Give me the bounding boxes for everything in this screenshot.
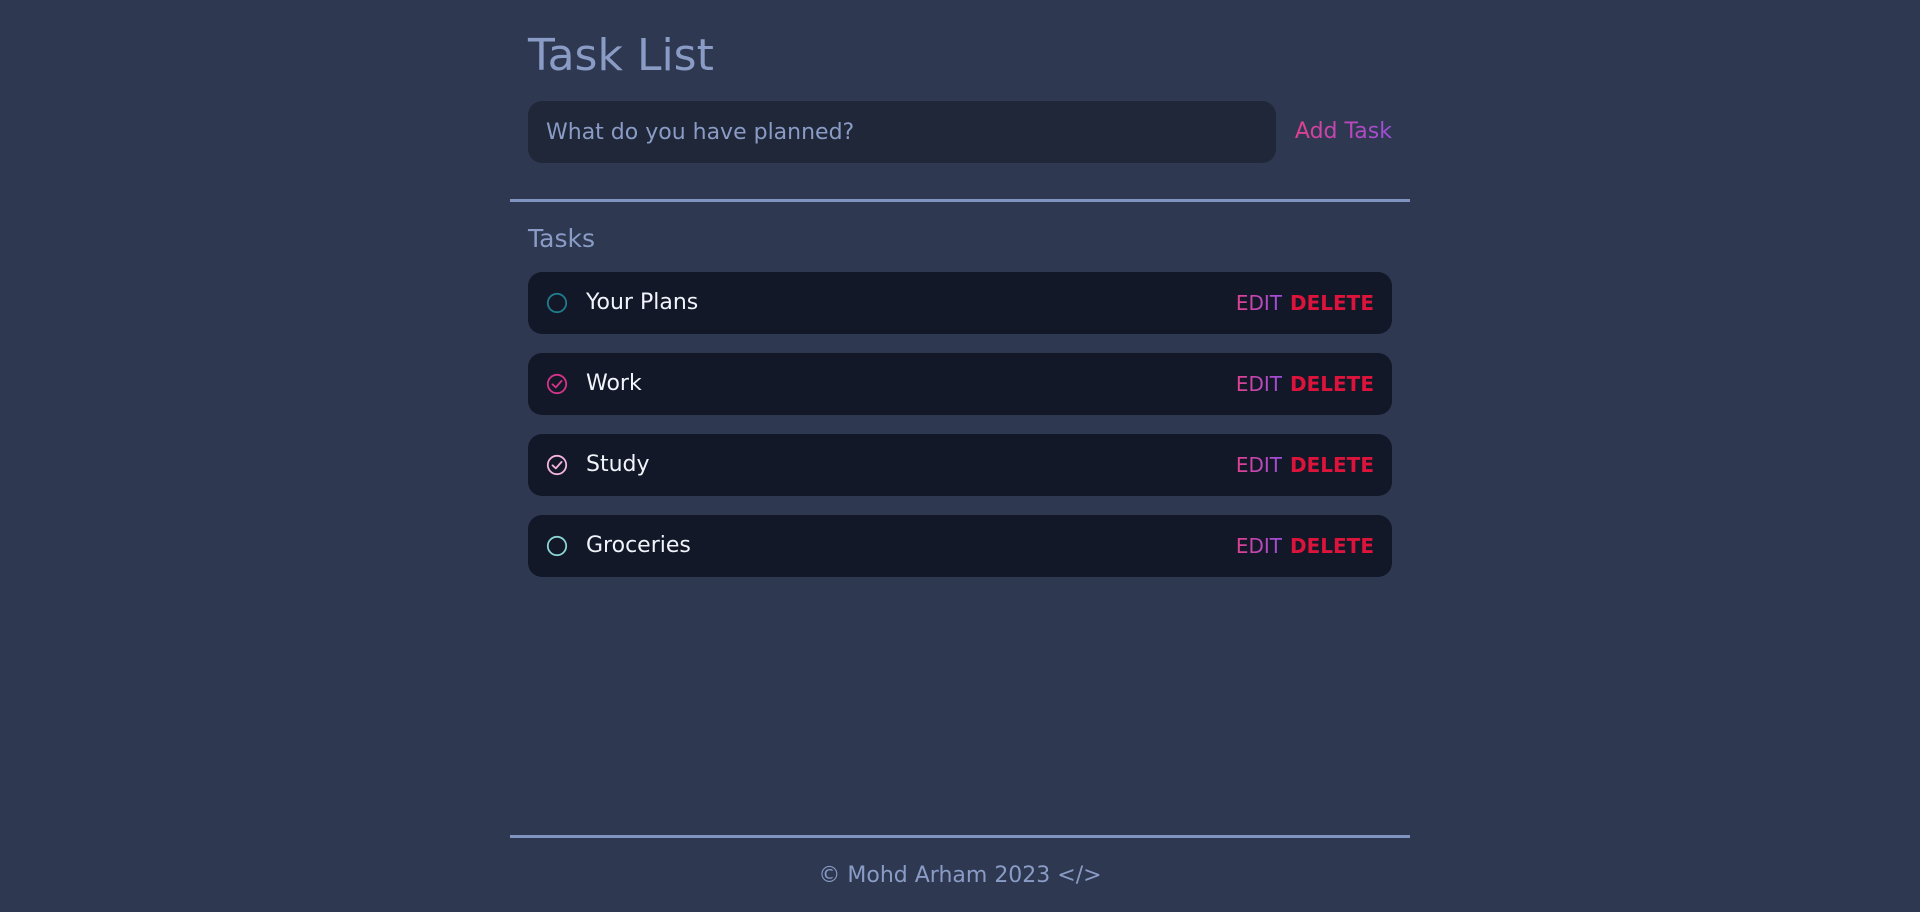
circle-icon[interactable] xyxy=(546,292,568,314)
check-circle-icon[interactable] xyxy=(546,454,568,476)
delete-button[interactable]: DELETE xyxy=(1290,434,1374,496)
header-divider xyxy=(510,199,1410,202)
delete-button[interactable]: DELETE xyxy=(1290,272,1374,334)
task-app: Task List Add Task Tasks Your Plans EDIT… xyxy=(510,0,1410,912)
page-title: Task List xyxy=(528,30,714,81)
new-task-form: Add Task xyxy=(528,101,1392,163)
tasks-heading: Tasks xyxy=(528,224,595,253)
edit-button[interactable]: EDIT xyxy=(1236,272,1282,334)
edit-button[interactable]: EDIT xyxy=(1236,353,1282,415)
check-circle-icon[interactable] xyxy=(546,373,568,395)
delete-button[interactable]: DELETE xyxy=(1290,515,1374,577)
add-task-button[interactable]: Add Task xyxy=(1295,101,1392,163)
task-name: Work xyxy=(586,371,642,396)
task-name: Your Plans xyxy=(586,290,699,315)
edit-button[interactable]: EDIT xyxy=(1236,515,1282,577)
task-item: Groceries EDIT DELETE xyxy=(528,515,1392,577)
task-list: Your Plans EDIT DELETE Work EDIT DELETE … xyxy=(528,272,1392,596)
new-task-input[interactable] xyxy=(528,101,1276,163)
task-item: Work EDIT DELETE xyxy=(528,353,1392,415)
delete-button[interactable]: DELETE xyxy=(1290,353,1374,415)
task-name: Study xyxy=(586,452,650,477)
footer-credit: © Mohd Arham 2023 </> xyxy=(818,863,1102,888)
circle-icon[interactable] xyxy=(546,535,568,557)
task-item: Study EDIT DELETE xyxy=(528,434,1392,496)
task-name: Groceries xyxy=(586,533,691,558)
footer-divider xyxy=(510,835,1410,838)
edit-button[interactable]: EDIT xyxy=(1236,434,1282,496)
task-item: Your Plans EDIT DELETE xyxy=(528,272,1392,334)
